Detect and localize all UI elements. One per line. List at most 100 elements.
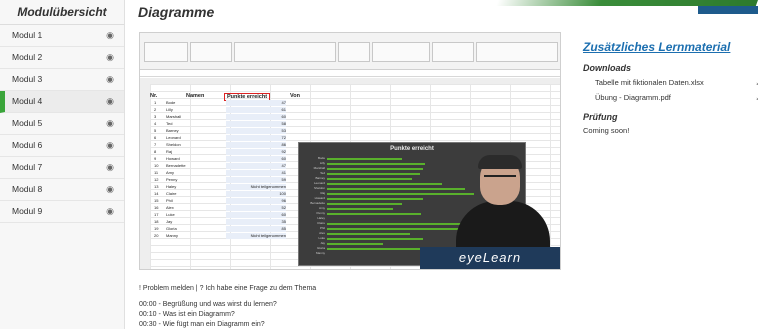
chart-bar [327,162,425,165]
row-number: 8 [154,149,157,154]
sidebar-item-label: Modul 5 [12,118,43,128]
sidebar-item-label: Modul 2 [12,52,43,62]
sidebar-item-label: Modul 8 [12,184,43,194]
row-number: 9 [154,156,157,161]
chart-bar [327,177,412,180]
sidebar-item-modul-3[interactable]: Modul 3 ◉ [0,69,124,91]
extra-material-panel: Zusätzliches Lernmaterial Downloads Tabe… [583,40,758,135]
row-number: 5 [154,128,157,133]
presenter-glasses [484,175,516,182]
ribbon-tools [144,42,558,66]
row-number: 12 [154,177,159,182]
chart-bar [327,242,383,245]
sidebar-item-label: Modul 9 [12,206,43,216]
sidebar-item-label: Modul 3 [12,74,43,84]
row-number: 6 [154,135,157,140]
sidebar-item-modul-9[interactable]: Modul 9 ◉ [0,201,124,223]
chart-category-label: Penny [316,211,325,215]
sidebar-item-modul-7[interactable]: Modul 7 ◉ [0,157,124,179]
chart-category-label: Manny [315,251,325,255]
extra-heading[interactable]: Zusätzliches Lernmaterial [583,40,758,54]
student-name: Amy [166,170,174,175]
chart-category-label: Claire [317,221,325,225]
ribbon-tabs [140,33,560,40]
chart-category-label: Haley [317,216,325,220]
eye-icon[interactable]: ◉ [106,135,114,156]
row-number: 16 [154,205,159,210]
row-number: 15 [154,198,159,203]
student-points: Nicht teilgenommen [226,184,286,190]
row-number: 14 [154,191,159,196]
row-number: 13 [154,184,159,189]
eye-icon[interactable]: ◉ [106,201,114,222]
student-points: 60 [226,156,286,162]
row-number: 3 [154,114,157,119]
row-number: 18 [154,219,159,224]
student-points: Nicht teilgenommen [226,233,286,239]
eye-icon[interactable]: ◉ [106,25,114,46]
student-points: 47 [226,100,286,106]
student-points: 47 [226,163,286,169]
student-points: 92 [226,149,286,155]
chart-category-label: Gloria [316,246,325,250]
chapter-item[interactable]: 00:00 - Begrüßung und was wirst du lerne… [139,300,277,310]
exam-text: Coming soon! [583,126,630,135]
chart-bar [327,167,423,170]
sidebar-item-label: Modul 4 [12,96,43,106]
formula-bar [140,70,560,77]
student-name: Jay [166,219,173,224]
student-name: Raj [166,149,173,154]
student-points: 96 [226,198,286,204]
chapter-list: 00:00 - Begrüßung und was wirst du lerne… [139,300,277,330]
eye-icon[interactable]: ◉ [106,47,114,68]
row-number: 11 [154,170,159,175]
chart-bar [327,197,423,200]
sidebar-item-modul-1[interactable]: Modul 1 ◉ [0,25,124,47]
chart-bar [327,172,420,175]
student-name: Marshall [166,114,182,119]
header-name: Namen [186,93,205,99]
sidebar-item-label: Modul 6 [12,140,43,150]
download-item[interactable]: Übung - Diagramm.pdf ⤓ [583,92,758,103]
sidebar-item-modul-4[interactable]: Modul 4 ◉ [0,91,124,113]
sidebar-item-modul-8[interactable]: Modul 8 ◉ [0,179,124,201]
eye-icon[interactable]: ◉ [106,91,114,112]
eye-icon[interactable]: ◉ [106,157,114,178]
student-points: 60 [226,212,286,218]
report-link[interactable]: ! Problem melden | ? Ich habe eine Frage… [139,285,316,292]
presenter-hair [478,155,522,169]
student-points: 58 [226,121,286,127]
student-name: Leonard [166,135,181,140]
student-name: Phil [166,198,173,203]
eye-icon[interactable]: ◉ [106,179,114,200]
video-player[interactable]: Nr. Namen Punkte erreicht Von 1 Bode 47 2 Li… [139,32,561,270]
chart-bar [327,232,411,235]
page-title: Diagramme [138,4,215,20]
student-points: 35 [226,219,286,225]
student-points: 60 [226,114,286,120]
downloads-label: Downloads [583,63,632,73]
download-item[interactable]: Tabelle mit fiktionalen Daten.xlsx ⤓ [583,77,758,88]
chart-category-label: Phil [319,226,325,230]
chapter-item[interactable]: 00:10 - Was ist ein Diagramm? [139,310,277,320]
student-points: 61 [226,107,286,113]
student-name: Alex [166,205,174,210]
eye-icon[interactable]: ◉ [106,113,114,134]
student-points: 72 [226,135,286,141]
brand-logo: eyeLearn [420,247,560,269]
student-name: Bernadette [166,163,186,168]
student-name: Barney [166,128,179,133]
sidebar-item-modul-5[interactable]: Modul 5 ◉ [0,113,124,135]
sidebar-item-label: Modul 7 [12,162,43,172]
chart-bar [327,182,443,185]
module-sidebar: Modulübersicht Modul 1 ◉ Modul 2 ◉ Modul 3… [0,0,125,329]
student-name: Ted [166,121,173,126]
sidebar-item-modul-2[interactable]: Modul 2 ◉ [0,47,124,69]
sidebar-item-modul-6[interactable]: Modul 6 ◉ [0,135,124,157]
chart-category-label: Leonard [313,181,325,185]
student-name: Howard [166,156,180,161]
chart-category-label: Raj [320,191,325,195]
eye-icon[interactable]: ◉ [106,69,114,90]
row-number: 19 [154,226,159,231]
chart-bar [327,157,403,160]
